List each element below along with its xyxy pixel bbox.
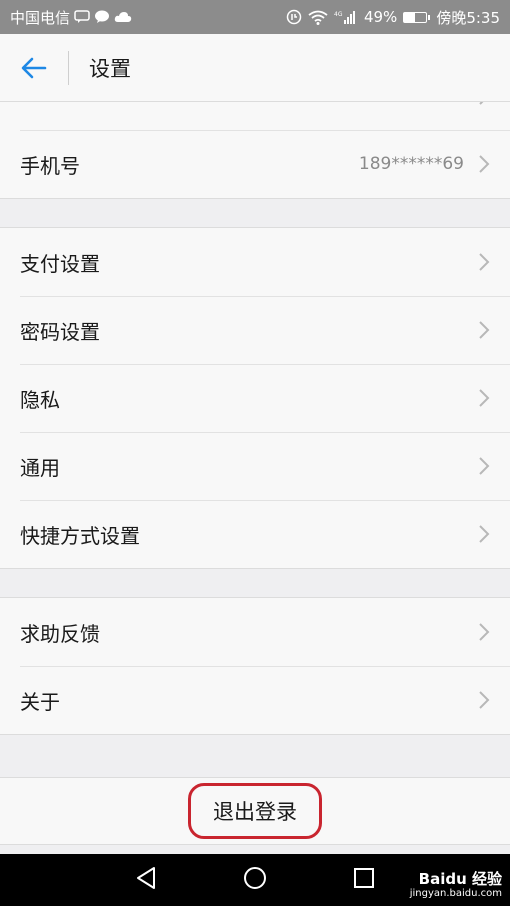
status-bar: 中国电信 4G 49% 傍晚5:35	[0, 0, 510, 34]
chat-bubble-icon	[94, 10, 110, 24]
settings-group-main: 支付设置 密码设置 隐私 通用 快捷方式设置	[0, 227, 510, 569]
chevron-right-icon	[478, 524, 490, 544]
row-label: 支付设置	[20, 251, 100, 276]
chevron-right-icon	[478, 320, 490, 340]
logout-row: 退出登录	[0, 777, 510, 845]
nav-recents-icon[interactable]	[353, 867, 375, 893]
row-label: 求助反馈	[20, 621, 100, 646]
chevron-right-icon	[478, 456, 490, 476]
message-icon	[74, 10, 90, 24]
settings-row-hidden[interactable]	[0, 102, 510, 130]
back-button[interactable]	[0, 34, 68, 102]
settings-row-feedback[interactable]: 求助反馈	[0, 598, 510, 666]
logout-button[interactable]: 退出登录	[188, 783, 322, 839]
settings-row-general[interactable]: 通用	[0, 432, 510, 500]
signal-icon: 4G	[334, 9, 358, 25]
row-label: 通用	[20, 455, 60, 480]
row-label: 手机号	[20, 153, 80, 178]
row-label: 隐私	[20, 387, 60, 412]
carrier-label: 中国电信	[10, 8, 71, 27]
settings-list: 手机号 189******69 支付设置 密码设置 隐私 通用 快捷方式设置 求…	[0, 102, 510, 854]
data-saver-icon	[286, 9, 302, 25]
watermark-logo: Baidu 经验	[418, 870, 502, 888]
settings-group-account: 手机号 189******69	[0, 102, 510, 199]
chevron-right-icon	[478, 154, 490, 174]
cloud-icon	[114, 11, 132, 23]
row-label: 快捷方式设置	[20, 523, 140, 548]
settings-row-password[interactable]: 密码设置	[0, 296, 510, 364]
page-title: 设置	[89, 56, 131, 81]
watermark-url: jingyan.baidu.com	[409, 888, 502, 899]
row-label: 密码设置	[20, 319, 100, 344]
system-nav-bar: Baidu 经验 jingyan.baidu.com	[0, 854, 510, 906]
watermark: Baidu 经验 jingyan.baidu.com	[410, 870, 502, 900]
nav-home-icon[interactable]	[243, 866, 267, 894]
chevron-right-icon	[478, 388, 490, 408]
header-divider	[68, 50, 69, 85]
row-label: 关于	[20, 689, 60, 714]
settings-row-privacy[interactable]: 隐私	[0, 364, 510, 432]
battery-percent: 49%	[363, 8, 398, 26]
settings-row-payment[interactable]: 支付设置	[0, 228, 510, 296]
chevron-right-icon	[478, 690, 490, 710]
wifi-icon	[308, 10, 328, 25]
chevron-right-icon	[478, 622, 490, 642]
clock: 傍晚5:35	[436, 8, 500, 27]
nav-header: 设置	[0, 34, 510, 102]
settings-row-phone[interactable]: 手机号 189******69	[0, 130, 510, 198]
settings-group-help: 求助反馈 关于	[0, 597, 510, 735]
svg-text:4G: 4G	[334, 11, 343, 18]
settings-row-about[interactable]: 关于	[0, 666, 510, 734]
phone-number-value: 189******69	[358, 154, 464, 174]
battery-icon	[403, 11, 431, 23]
chevron-right-icon	[478, 252, 490, 272]
chevron-right-icon	[478, 102, 490, 106]
arrow-left-icon	[21, 57, 47, 78]
nav-back-icon[interactable]	[135, 866, 157, 894]
settings-row-shortcuts[interactable]: 快捷方式设置	[0, 500, 510, 568]
